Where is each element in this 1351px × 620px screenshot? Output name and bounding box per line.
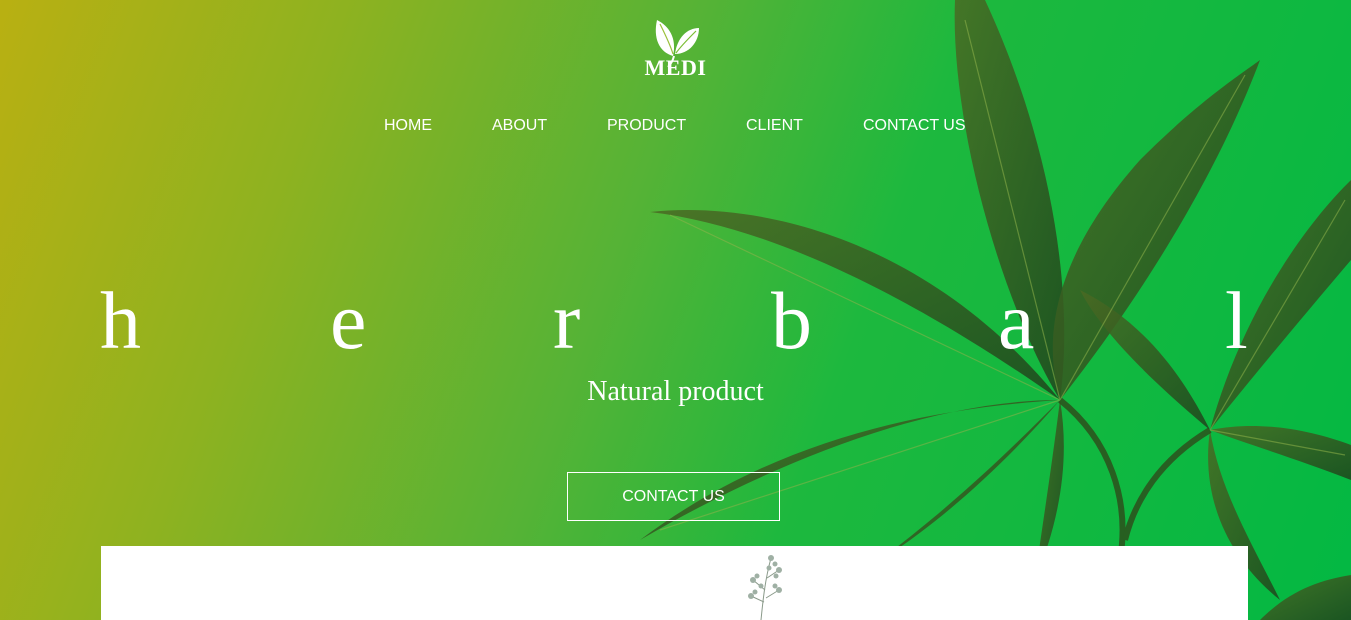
hero-letter: l [1225,275,1248,366]
hero-letter: e [330,275,367,366]
hero-letter: r [553,275,581,366]
nav-item-product[interactable]: PRODUCT [607,117,686,135]
nav-item-home[interactable]: HOME [384,117,432,135]
hero-letter: h [100,275,141,366]
hero-letter: b [771,275,812,366]
hero-letter: a [998,275,1035,366]
nav-item-about[interactable]: ABOUT [492,117,547,135]
contact-us-button[interactable]: CONTACT US [567,472,780,521]
nav-item-client[interactable]: CLIENT [746,117,803,135]
brand-name[interactable]: MEDI [0,55,1351,81]
content-panel [101,546,1248,620]
main-nav: HOME ABOUT PRODUCT CLIENT CONTACT US [0,117,1351,139]
herb-sprig-image [748,555,782,620]
hero-title: h e r b a l [0,280,1351,380]
nav-item-contact-us[interactable]: CONTACT US [863,117,966,135]
hero-subtitle: Natural product [587,376,764,407]
